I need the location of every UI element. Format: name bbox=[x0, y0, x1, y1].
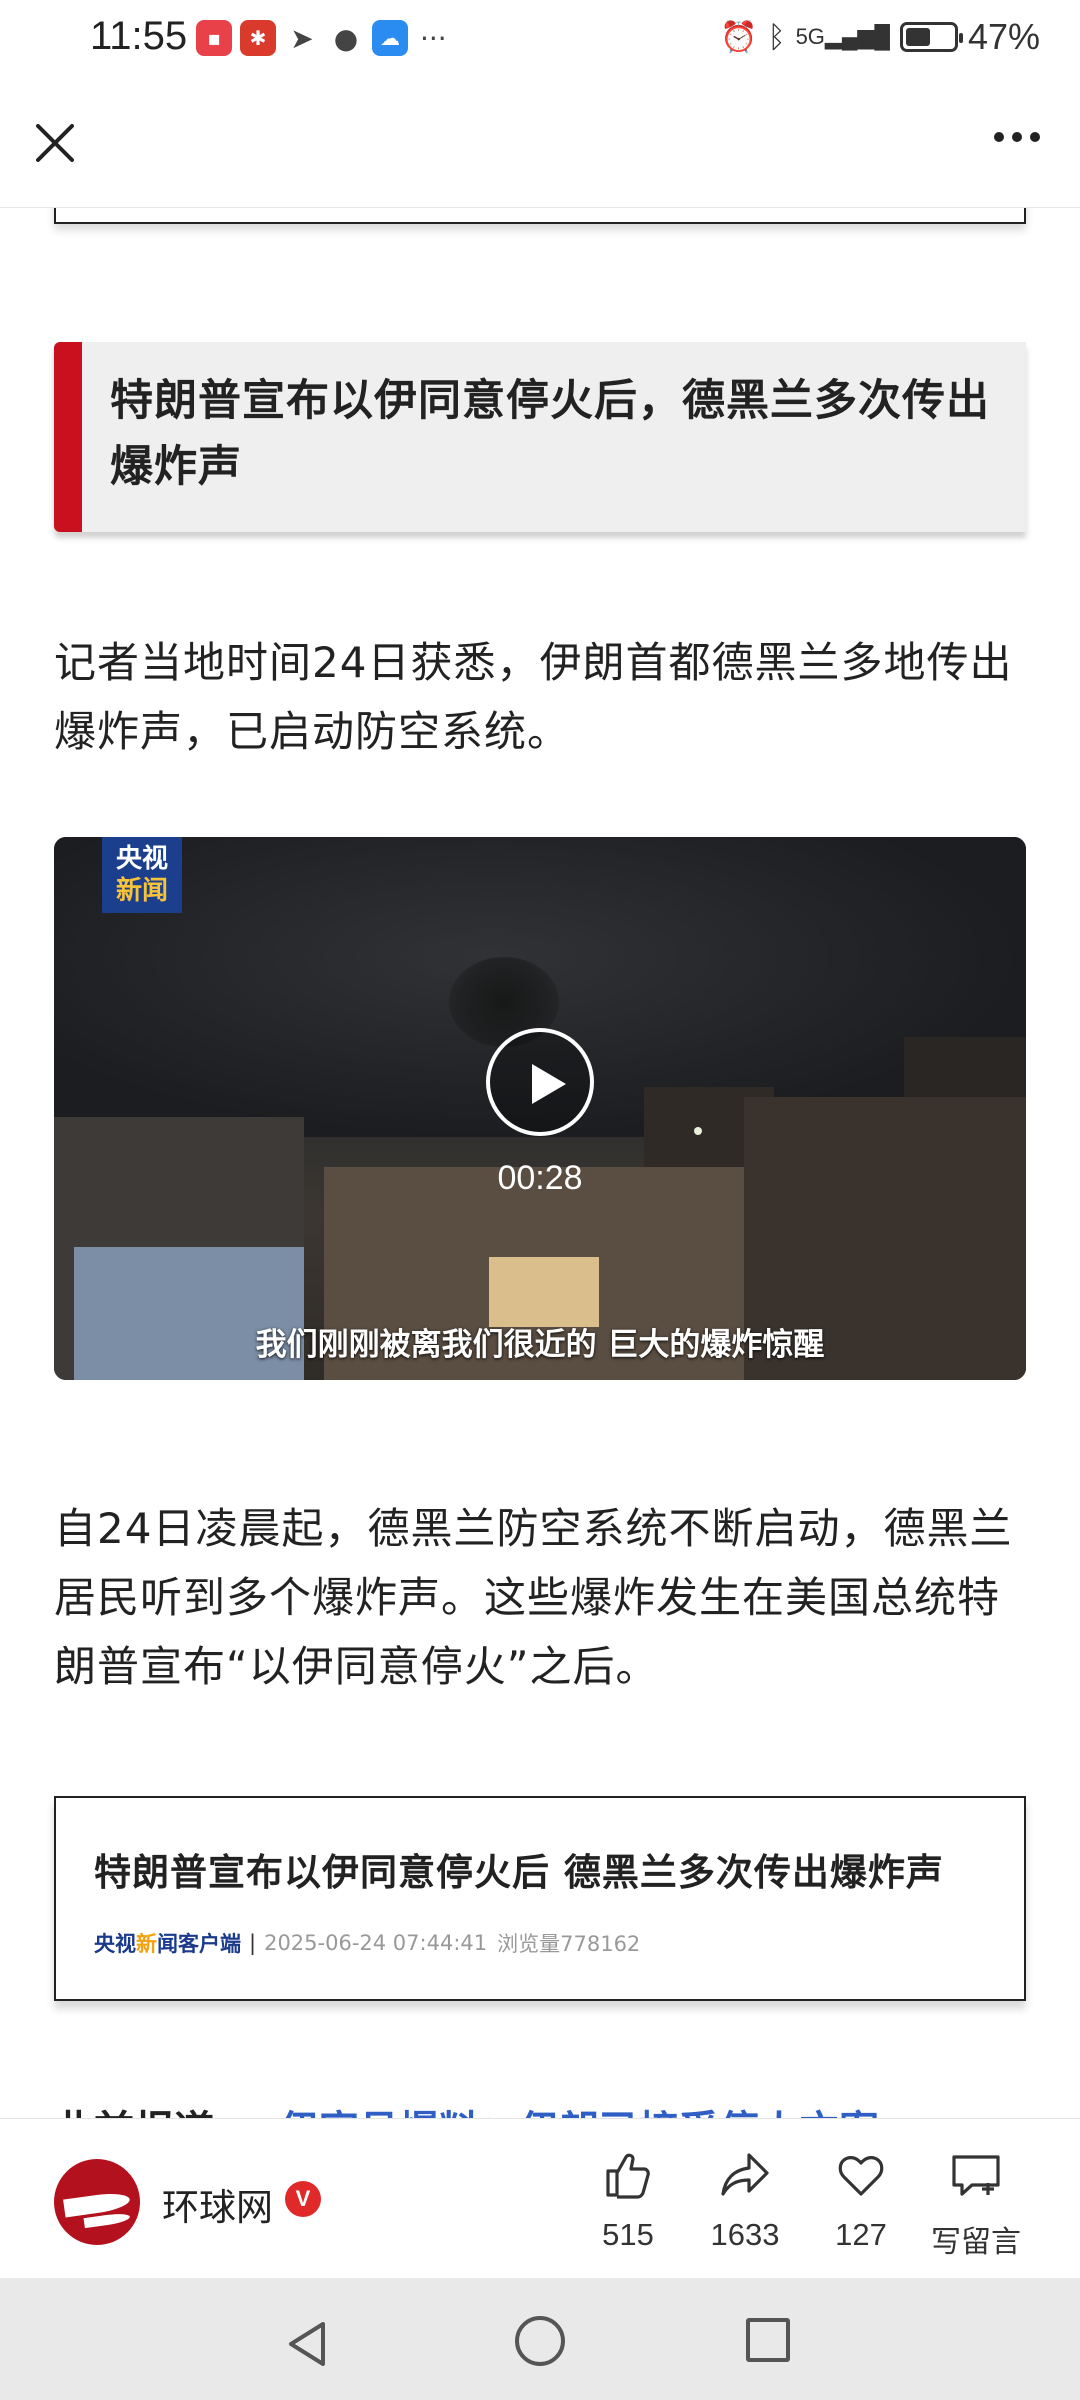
close-icon bbox=[36, 124, 74, 162]
home-icon[interactable] bbox=[515, 2316, 565, 2366]
previous-report-label: 此前报道 bbox=[54, 2098, 214, 2118]
thumbs-up-icon bbox=[606, 2153, 650, 2199]
publisher-name[interactable]: 环球网 bbox=[162, 2177, 273, 2231]
heart-icon bbox=[838, 2156, 884, 2196]
write-comment-label: 写留言 bbox=[931, 2225, 1021, 2260]
related-news-views: 浏览量778162 bbox=[497, 1932, 641, 1956]
system-icons: ⏰ ᛒ 5G▂▄▆█ 47% bbox=[720, 16, 1040, 58]
cctv-news-logo: 央视 新闻 bbox=[102, 837, 182, 913]
battery-level-fill bbox=[905, 28, 931, 46]
battery-icon bbox=[899, 22, 963, 52]
alarm-icon: ⏰ bbox=[720, 19, 758, 55]
related-news-card[interactable]: 特朗普宣布以伊同意停火后 德黑兰多次传出爆炸声 央视新闻客户端 | 2025-0… bbox=[54, 1796, 1026, 2001]
bluetooth-icon: ᛒ bbox=[767, 19, 786, 55]
status-time: 11:55 bbox=[90, 14, 188, 58]
play-button[interactable] bbox=[486, 1028, 594, 1136]
related-news-source: 央视新闻客户端 bbox=[94, 1932, 241, 1956]
previous-card-edge bbox=[54, 208, 1026, 224]
video-duration: 00:28 bbox=[497, 1159, 583, 1197]
gift-app-icon: ✱ bbox=[240, 20, 276, 56]
share-count: 1633 bbox=[710, 2217, 780, 2252]
back-icon[interactable] bbox=[283, 2318, 331, 2370]
like-button[interactable]: 515 bbox=[573, 2147, 683, 2253]
more-options-button[interactable] bbox=[994, 132, 1040, 142]
article-content[interactable]: 特朗普宣布以伊同意停火后，德黑兰多次传出爆炸声 记者当地时间24日获悉，伊朗首都… bbox=[0, 208, 1080, 2118]
video-player[interactable]: 央视 新闻 00:28 我们刚刚被离我们很近的 巨大的爆炸惊醒 bbox=[54, 837, 1026, 1380]
favorite-button[interactable]: 127 bbox=[806, 2147, 916, 2253]
section-heading: 特朗普宣布以伊同意停火后，德黑兰多次传出爆炸声 bbox=[110, 376, 990, 492]
publisher-avatar[interactable] bbox=[54, 2159, 140, 2245]
recent-apps-icon[interactable] bbox=[746, 2318, 790, 2362]
status-bar: 11:55 ▪ ✱ ➤ ● ☁ ··· ⏰ ᛒ 5G▂▄▆█ 47% bbox=[0, 0, 1080, 80]
message-icon: ● bbox=[333, 21, 359, 55]
like-count: 515 bbox=[602, 2217, 654, 2252]
section-heading-box: 特朗普宣布以伊同意停火后，德黑兰多次传出爆炸声 bbox=[54, 342, 1026, 532]
huawei-app-icon: ▪ bbox=[196, 20, 232, 56]
battery-percent: 47% bbox=[967, 16, 1040, 57]
more-notifications-icon: ··· bbox=[420, 21, 447, 55]
article-paragraph-1: 记者当地时间24日获悉，伊朗首都德黑兰多地传出爆炸声，已启动防空系统。 bbox=[54, 638, 1013, 756]
signal-icon: 5G▂▄▆█ bbox=[795, 24, 890, 49]
video-subtitle: 我们刚刚被离我们很近的 巨大的爆炸惊醒 bbox=[255, 1327, 825, 1363]
system-nav-bar bbox=[0, 2278, 1080, 2400]
previous-report-link[interactable]: 伊官员爆料：伊朗已接受停火方案 bbox=[279, 2098, 879, 2118]
close-button[interactable] bbox=[30, 118, 80, 168]
notification-icons: ▪ ✱ ➤ ● ☁ ··· bbox=[196, 20, 447, 56]
more-options-icon bbox=[994, 132, 1004, 142]
related-news-meta: 央视新闻客户端 | 2025-06-24 07:44:41 浏览量778162 bbox=[94, 1928, 640, 1958]
top-nav bbox=[0, 80, 1080, 208]
verified-badge: V bbox=[285, 2181, 321, 2217]
article-paragraph-2: 自24日凌晨起，德黑兰防空系统不断启动，德黑兰居民听到多个爆炸声。这些爆炸发生在… bbox=[54, 1504, 1013, 1691]
share-button[interactable]: 1633 bbox=[690, 2147, 800, 2253]
share-icon bbox=[721, 2153, 769, 2196]
article-action-bar: 环球网 V 515 1633 127 写留言 bbox=[0, 2118, 1080, 2278]
partial-related-line: 此前报道 伊官员爆料：伊朗已接受停火方案 bbox=[54, 2098, 1026, 2118]
related-news-datetime: 2025-06-24 07:44:41 bbox=[264, 1931, 488, 1955]
related-news-title: 特朗普宣布以伊同意停火后 德黑兰多次传出爆炸声 bbox=[94, 1851, 944, 1894]
weather-icon: ☁ bbox=[372, 20, 408, 56]
telegram-icon: ➤ bbox=[290, 21, 314, 55]
write-comment-button[interactable]: 写留言 bbox=[921, 2147, 1031, 2261]
comment-add-icon bbox=[952, 2155, 1000, 2196]
favorite-count: 127 bbox=[835, 2217, 887, 2252]
